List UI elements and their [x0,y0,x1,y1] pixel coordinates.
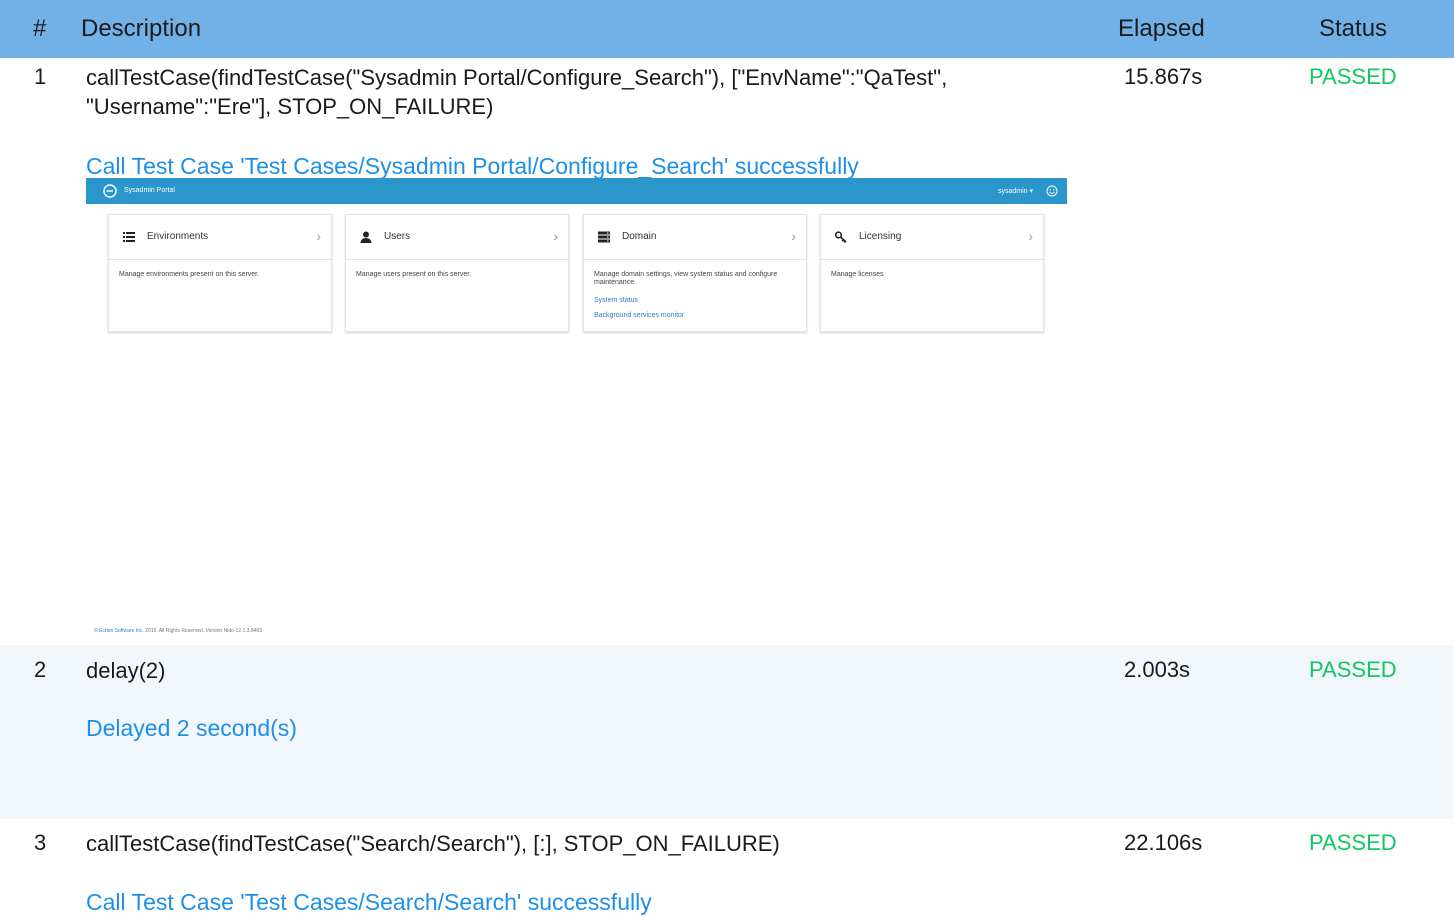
portal-navbar: Sysadmin Portal sysadmin ▾ [86,178,1067,204]
card-title: Environments [147,231,209,242]
card-title: Domain [622,231,657,242]
step-elapsed: 22.106s [1124,830,1203,855]
portal-logo-icon [103,184,117,198]
header-elapsed: Elapsed [1118,15,1205,42]
card-header: Environments › [109,215,331,260]
table-header: # Description Elapsed Status [0,0,1454,58]
step-number: 1 [34,64,47,89]
step-row: 1 callTestCase(findTestCase("Sysadmin Po… [0,58,1454,645]
card-users[interactable]: Users › Manage users present on this ser… [345,214,569,332]
step-number: 3 [34,830,47,855]
step-status: PASSED [1309,64,1397,89]
step-description: delay(2) [86,658,166,683]
chevron-right-icon: › [316,228,321,244]
step-elapsed: 2.003s [1124,657,1191,682]
step-message[interactable]: Call Test Case 'Test Cases/Search/Search… [86,889,652,916]
portal-footer: © Ecrion Software Inc. 2019. All Rights … [94,628,262,634]
step-description: callTestCase(findTestCase("Sysadmin Port… [86,65,948,119]
system-status-link[interactable]: System status [594,297,638,304]
user-icon [360,231,372,243]
card-header: Users › [346,215,568,260]
step-row: 2 delay(2) 2.003s PASSED Delayed 2 secon… [0,645,1454,819]
step-number: 2 [34,657,47,682]
step-message[interactable]: Delayed 2 second(s) [86,715,297,742]
portal-title: Sysadmin Portal [124,187,175,194]
footer-version: 2019. All Rights Reserved. Version Nido-… [143,628,262,634]
card-licensing[interactable]: Licensing › Manage licenses [820,214,1044,332]
header-description: Description [81,15,202,42]
chevron-right-icon: › [553,228,558,244]
step-status: PASSED [1309,657,1397,682]
footer-company-link[interactable]: Ecrion Software Inc. [99,628,144,634]
card-title: Users [384,231,411,242]
card-environments[interactable]: Environments › Manage environments prese… [108,214,332,332]
step-row: 3 callTestCase(findTestCase("Search/Sear… [0,819,1454,917]
card-header: Domain › [584,215,806,260]
chevron-right-icon: › [1028,228,1033,244]
card-description: Manage domain settings, view system stat… [594,271,778,286]
card-domain[interactable]: Domain › Manage domain settings, view sy… [583,214,807,332]
step-description: callTestCase(findTestCase("Search/Search… [86,831,780,856]
user-menu[interactable]: sysadmin ▾ [998,187,1033,195]
header-num: # [33,15,47,42]
card-header: Licensing › [821,215,1043,260]
server-icon [598,231,610,243]
smiley-icon[interactable] [1046,185,1058,197]
card-description: Manage licenses [831,271,884,278]
card-title: Licensing [859,231,902,242]
key-icon [835,231,847,243]
step-status: PASSED [1309,830,1397,855]
step-screenshot[interactable]: Sysadmin Portal sysadmin ▾ Environments … [86,178,1067,638]
card-description: Manage environments present on this serv… [119,271,260,278]
card-description: Manage users present on this server. [356,271,472,278]
list-icon [123,232,135,242]
chevron-right-icon: › [791,228,796,244]
step-elapsed: 15.867s [1124,64,1203,89]
background-services-link[interactable]: Background services monitor [594,312,684,319]
step-message[interactable]: Call Test Case 'Test Cases/Sysadmin Port… [86,153,859,180]
header-status: Status [1319,15,1388,42]
